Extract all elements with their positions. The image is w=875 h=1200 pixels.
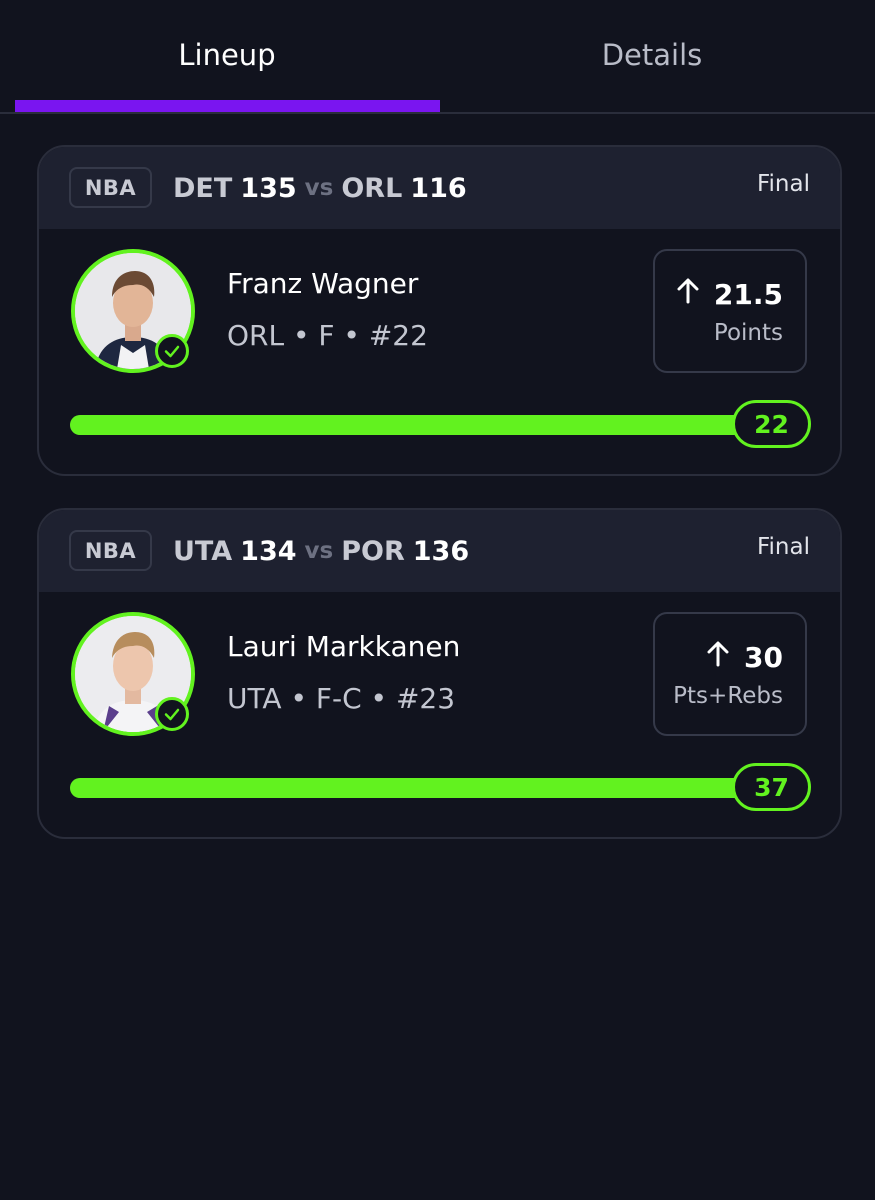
game-header: NBA DET 135 vs ORL 116 Final — [39, 147, 840, 229]
away-score: 134 — [240, 535, 297, 567]
tab-bar: Lineup Details — [0, 0, 875, 114]
pick-card[interactable]: NBA UTA 134 vs POR 136 Final Lauri Markk… — [37, 508, 842, 839]
result-value: 22 — [732, 400, 811, 448]
league-badge: NBA — [69, 530, 152, 571]
verified-check-icon — [155, 334, 189, 368]
verified-check-icon — [155, 697, 189, 731]
home-team: ORL — [341, 172, 403, 204]
game-score: DET 135 vs ORL 116 — [173, 167, 467, 209]
home-score: 116 — [410, 172, 467, 204]
progress-bar — [70, 778, 805, 798]
player-meta: UTA • F-C • #23 — [227, 682, 456, 715]
active-tab-indicator — [15, 100, 440, 112]
league-badge: NBA — [69, 167, 152, 208]
pick-line-value: 21.5 — [713, 277, 783, 311]
player-name: Franz Wagner — [227, 267, 419, 300]
pick-line-box: 21.5 Points — [653, 249, 807, 373]
arrow-up-icon — [704, 640, 732, 675]
pick-line-value: 30 — [744, 640, 783, 674]
pick-card[interactable]: NBA DET 135 vs ORL 116 Final Franz Wagne… — [37, 145, 842, 476]
tab-lineup[interactable]: Lineup — [15, 0, 439, 112]
pick-stat-type: Points — [713, 319, 783, 346]
player-meta: ORL • F • #22 — [227, 319, 428, 352]
game-header: NBA UTA 134 vs POR 136 Final — [39, 510, 840, 592]
progress-bar — [70, 415, 805, 435]
game-score: UTA 134 vs POR 136 — [173, 530, 469, 572]
pick-line-box: 30 Pts+Rebs — [653, 612, 807, 736]
away-team: DET — [173, 172, 233, 204]
home-team: POR — [341, 535, 405, 567]
vs-label: vs — [304, 175, 334, 201]
result-value: 37 — [732, 763, 811, 811]
vs-label: vs — [304, 538, 334, 564]
away-score: 135 — [240, 172, 297, 204]
away-team: UTA — [173, 535, 233, 567]
home-score: 136 — [412, 535, 470, 567]
progress-fill — [70, 778, 805, 798]
game-status: Final — [756, 534, 810, 560]
pick-stat-type: Pts+Rebs — [673, 682, 783, 709]
progress-fill — [70, 415, 805, 435]
arrow-up-icon — [674, 277, 702, 312]
game-status: Final — [756, 171, 810, 197]
player-name: Lauri Markkanen — [227, 630, 461, 663]
tab-details[interactable]: Details — [440, 0, 864, 112]
